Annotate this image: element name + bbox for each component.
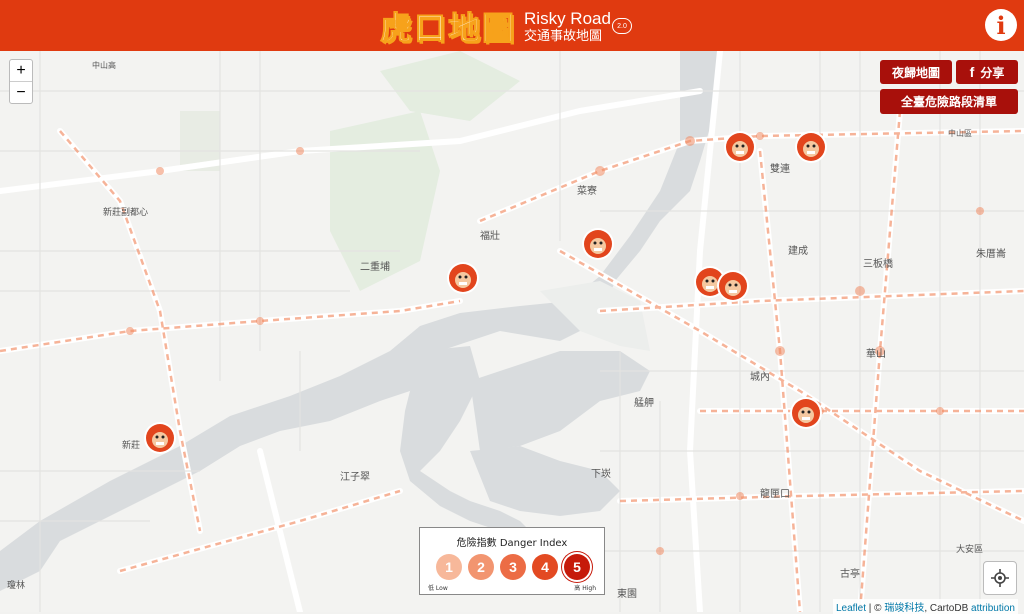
place-label: 城內 [750,372,770,383]
zoom-control: + − [9,59,33,104]
leaflet-link[interactable]: Leaflet [836,603,866,614]
place-label: 古亭 [840,569,860,580]
danger-list-button[interactable]: 全臺危險路段清單 [880,89,1018,114]
legend-low-label: 低 Low [428,585,448,592]
place-label: 大安區 [956,545,984,555]
tiger-marker[interactable] [716,269,750,303]
logo-title-en: Risky Road [524,8,611,28]
share-button[interactable]: f 分享 [956,60,1018,84]
tiger-marker[interactable] [794,130,828,164]
place-label: 菜寮 [577,186,597,197]
company-link[interactable]: 瑞竣科技 [884,603,924,614]
legend-level-1: 1 [436,554,462,580]
crosshair-icon [991,569,1009,587]
legend-level-3: 3 [500,554,526,580]
place-label: 下崁 [591,469,611,480]
place-label: 建成 [788,246,808,257]
tiger-marker[interactable] [581,227,615,261]
place-label: 三板橋 [863,259,893,270]
place-label: 瓊林 [7,581,26,591]
zoom-out-button[interactable]: − [10,82,32,103]
locate-button[interactable] [983,561,1017,595]
place-label: 雙連 [770,164,790,175]
app-logo[interactable]: 虎口地圖 Risky Road 交通事故地圖 [379,6,611,48]
tiger-marker[interactable] [723,130,757,164]
legend-level-4: 4 [532,554,558,580]
facebook-icon: f [969,64,975,80]
place-label: 福壯 [480,231,500,242]
share-label: 分享 [980,65,1005,80]
place-label: 新莊副都心 [103,208,149,218]
place-label: 朱厝崙 [976,249,1006,260]
place-label: 龍匣口 [760,489,790,500]
info-button[interactable]: i [985,9,1017,41]
version-badge: 2.0 [612,18,632,34]
night-map-button[interactable]: 夜歸地圖 [880,60,952,84]
logo-title-cn: 虎口地圖 [379,9,517,48]
tiger-marker[interactable] [789,396,823,430]
zoom-in-button[interactable]: + [10,60,32,82]
danger-index-legend: 危險指數 Danger Index 1 2 3 4 5 低 Low 高 High [419,527,605,595]
place-label: 華山 [866,349,886,360]
tiger-marker[interactable] [143,421,177,455]
logo-subtitle: 交通事故地圖 [524,28,603,44]
place-label: 中山高 [92,61,116,70]
legend-level-5: 5 [564,554,590,580]
place-label: 東園 [617,589,637,600]
place-label: 二重埔 [360,262,390,273]
tiger-marker[interactable] [446,261,480,295]
legend-high-label: 高 High [574,585,596,592]
place-label: 新莊 [122,441,141,451]
legend-level-2: 2 [468,554,494,580]
attribution-link[interactable]: attribution [971,603,1015,614]
place-label: 艋舺 [634,398,654,409]
place-label: 中山區 [948,129,972,138]
place-label: 江子翠 [340,472,370,483]
legend-title: 危險指數 Danger Index [456,538,568,549]
